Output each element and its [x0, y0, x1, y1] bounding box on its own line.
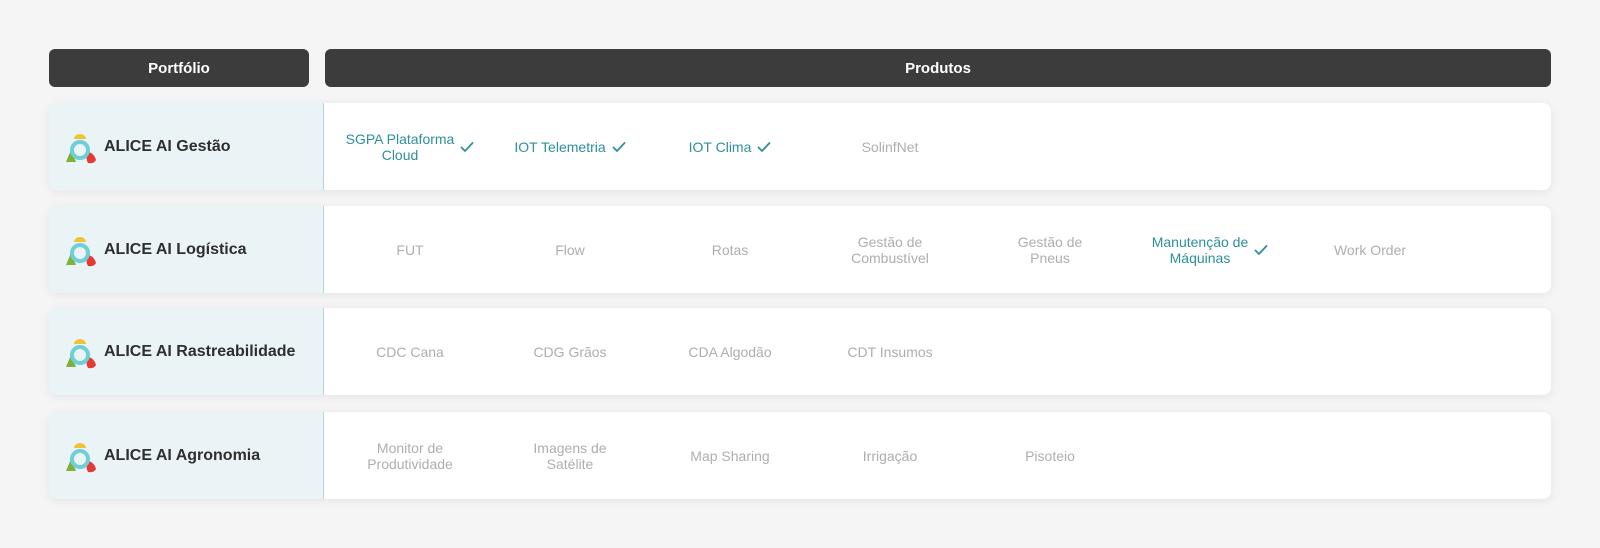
- product-label-line2: Máquinas: [1169, 249, 1231, 266]
- portfolio-cell: ALICE AI Agronomia: [49, 412, 324, 499]
- product-label-line1: Gestão de: [857, 233, 923, 250]
- portfolio-column-header: Portfólio: [49, 49, 309, 87]
- product-label-line1: Irrigação: [862, 447, 918, 464]
- product-item[interactable]: Gestão de Pneus: [970, 234, 1130, 266]
- alice-logo-icon: [61, 231, 99, 269]
- product-item[interactable]: Rotas: [650, 242, 810, 258]
- portfolio-header-label: Portfólio: [148, 59, 210, 77]
- product-item[interactable]: CDC Cana: [330, 344, 490, 360]
- portfolio-cell: ALICE AI Gestão: [49, 103, 324, 190]
- check-icon: [606, 141, 626, 153]
- product-label: CDA Algodão: [688, 344, 771, 360]
- product-label-line1: Gestão de: [1017, 233, 1083, 250]
- portfolio-name: ALICE AI Rastreabilidade: [104, 342, 296, 360]
- product-item[interactable]: CDA Algodão: [650, 344, 810, 360]
- product-label: Monitor de Produtividade: [367, 440, 453, 472]
- product-label-line1: CDA Algodão: [688, 343, 772, 360]
- check-icon: [454, 141, 474, 153]
- product-label: Gestão de Combustível: [851, 234, 929, 266]
- product-label-line1: Rotas: [711, 241, 749, 258]
- product-label: Irrigação: [863, 448, 917, 464]
- alice-logo-icon: [61, 437, 99, 475]
- alice-logo-icon: [61, 128, 99, 166]
- product-label-line2: Pneus: [1030, 249, 1070, 266]
- product-label: Gestão de Pneus: [1018, 234, 1083, 266]
- products-list: SGPA Plataforma Cloud IOT Telemetria IOT Cl…: [324, 103, 970, 190]
- product-item[interactable]: IOT Clima: [650, 139, 810, 155]
- product-label: SGPA Plataforma Cloud: [346, 131, 455, 163]
- product-item[interactable]: Imagens de Satélite: [490, 440, 650, 472]
- product-label: Pisoteio: [1025, 448, 1075, 464]
- product-label: Map Sharing: [690, 448, 769, 464]
- product-label-line1: Pisoteio: [1025, 447, 1075, 464]
- portfolio-name: ALICE AI Logística: [104, 240, 247, 258]
- product-item[interactable]: SGPA Plataforma Cloud: [330, 131, 490, 163]
- product-item[interactable]: IOT Telemetria: [490, 139, 650, 155]
- products-header-label: Produtos: [905, 59, 971, 77]
- product-label-line2: Combustível: [851, 249, 929, 266]
- product-item[interactable]: FUT: [330, 242, 490, 258]
- product-item[interactable]: Gestão de Combustível: [810, 234, 970, 266]
- check-icon: [751, 141, 771, 153]
- product-item[interactable]: Pisoteio: [970, 448, 1130, 464]
- product-label-line1: IOT Clima: [688, 138, 752, 155]
- portfolio-cell: ALICE AI Logística: [49, 206, 324, 293]
- portfolio-row: ALICE AI Logística FUT Flow Rotas Gestão de C…: [49, 206, 1551, 293]
- product-item[interactable]: Flow: [490, 242, 650, 258]
- product-item[interactable]: Map Sharing: [650, 448, 810, 464]
- product-label: Work Order: [1334, 242, 1406, 258]
- product-item[interactable]: SolinfNet: [810, 139, 970, 155]
- product-label-line1: SGPA Plataforma: [345, 130, 455, 147]
- products-list: FUT Flow Rotas Gestão de Combustível Gestão d…: [324, 206, 1450, 293]
- check-icon: [1248, 244, 1268, 256]
- product-label: IOT Telemetria: [514, 139, 605, 155]
- portfolio-row: ALICE AI Rastreabilidade CDC Cana CDG Grão…: [49, 308, 1551, 395]
- product-label-line1: Map Sharing: [690, 447, 770, 464]
- product-label-line1: Manutenção de: [1151, 233, 1249, 250]
- product-label: Imagens de Satélite: [533, 440, 606, 472]
- product-label-line1: IOT Telemetria: [514, 138, 606, 155]
- product-item[interactable]: CDG Grãos: [490, 344, 650, 360]
- product-label-line1: Imagens de: [533, 439, 607, 456]
- alice-logo-icon: [61, 333, 99, 371]
- portfolio-row: ALICE AI Gestão SGPA Plataforma Cloud IOT T…: [49, 103, 1551, 190]
- product-item[interactable]: Work Order: [1290, 242, 1450, 258]
- portfolio-cell: ALICE AI Rastreabilidade: [49, 308, 324, 395]
- product-label-line1: Monitor de: [376, 439, 444, 456]
- product-label-line2: Satélite: [546, 455, 594, 472]
- product-item[interactable]: Manutenção de Máquinas: [1130, 234, 1290, 266]
- product-item[interactable]: CDT Insumos: [810, 344, 970, 360]
- products-list: CDC Cana CDG Grãos CDA Algodão CDT Insumos: [324, 308, 970, 395]
- product-label-line1: FUT: [396, 241, 424, 258]
- product-label-line1: Work Order: [1333, 241, 1407, 258]
- product-label: SolinfNet: [862, 139, 919, 155]
- product-label-line1: CDC Cana: [376, 343, 444, 360]
- product-label-line2: Cloud: [381, 146, 419, 163]
- products-column-header: Produtos: [325, 49, 1551, 87]
- product-label-line2: Produtividade: [367, 455, 453, 472]
- portfolio-name: ALICE AI Gestão: [104, 137, 231, 155]
- product-label-line1: CDT Insumos: [847, 343, 933, 360]
- product-label: FUT: [396, 242, 423, 258]
- product-item[interactable]: Irrigação: [810, 448, 970, 464]
- product-label: Manutenção de Máquinas: [1152, 234, 1249, 266]
- product-label: Rotas: [712, 242, 749, 258]
- product-label-line1: CDG Grãos: [533, 343, 607, 360]
- product-label: CDC Cana: [376, 344, 444, 360]
- product-label: CDT Insumos: [847, 344, 932, 360]
- product-item[interactable]: Monitor de Produtividade: [330, 440, 490, 472]
- product-label-line1: Flow: [555, 241, 585, 258]
- product-label-line1: SolinfNet: [861, 138, 919, 155]
- portfolio-name: ALICE AI Agronomia: [104, 446, 261, 464]
- portfolio-products-table: Portfólio Produtos ALICE AI Gestão SGPA P…: [0, 0, 1600, 548]
- product-label: Flow: [555, 242, 585, 258]
- portfolio-row: ALICE AI Agronomia Monitor de Produtividad…: [49, 412, 1551, 499]
- products-list: Monitor de Produtividade Imagens de Satélit…: [324, 412, 1130, 499]
- product-label: CDG Grãos: [533, 344, 606, 360]
- product-label: IOT Clima: [689, 139, 752, 155]
